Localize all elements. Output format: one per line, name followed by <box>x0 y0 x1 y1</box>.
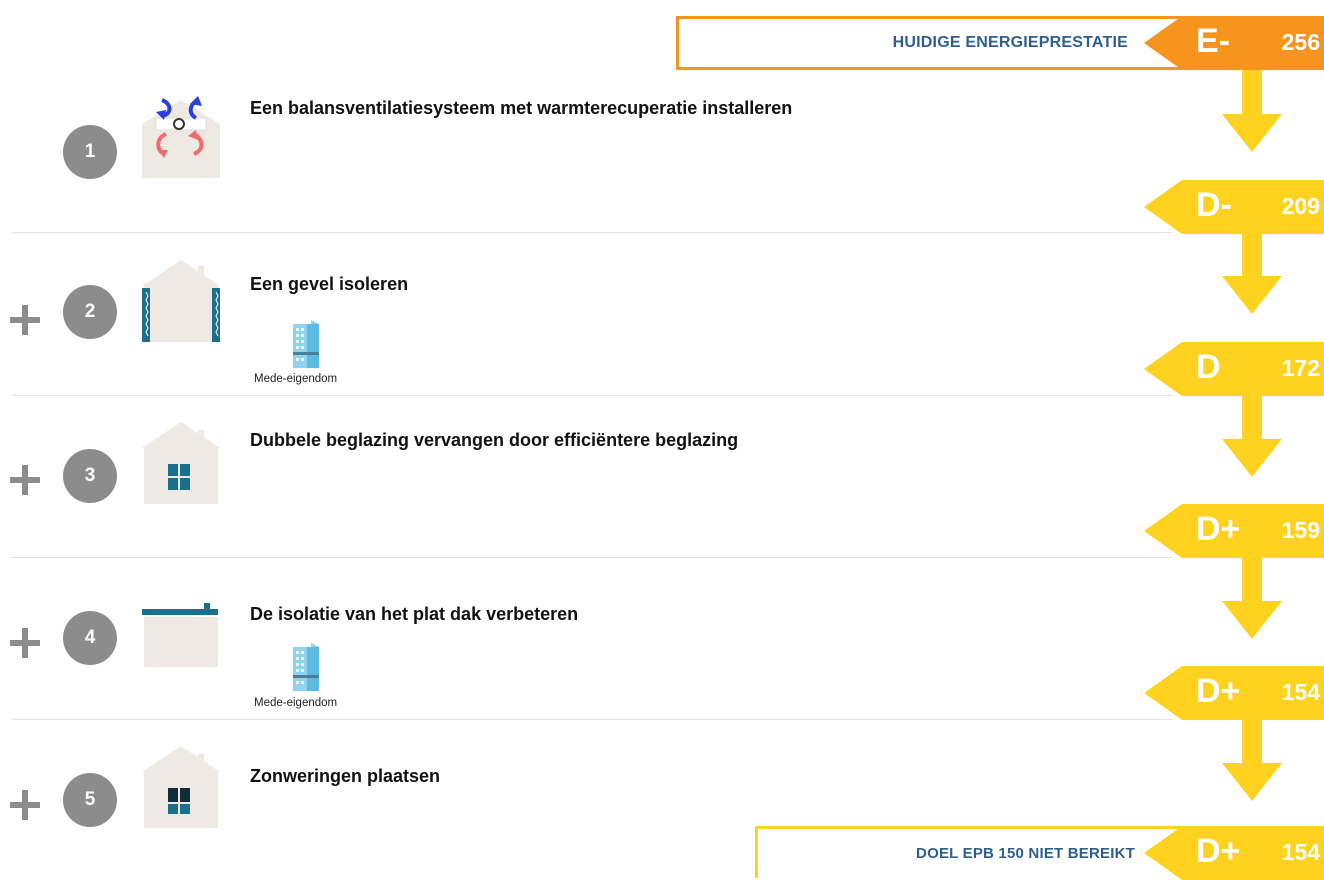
result-grade: D+ <box>1196 672 1241 710</box>
plus-icon <box>10 465 40 495</box>
result-grade: D- <box>1196 186 1232 224</box>
result-score: 172 <box>1281 355 1320 381</box>
current-performance-text: HUIDIGE ENERGIEPRESTATIE <box>892 34 1128 51</box>
facade-insulation-icon <box>142 260 220 342</box>
row-divider <box>12 395 1172 396</box>
row-divider <box>12 557 1172 558</box>
result-grade: D+ <box>1196 510 1241 548</box>
sun-shading-icon <box>142 746 220 828</box>
step-title: Dubbele beglazing vervangen door efficië… <box>250 430 739 450</box>
arrow-down-icon <box>1222 557 1282 639</box>
step-number: 2 <box>63 285 117 339</box>
plus-icon <box>10 790 40 820</box>
target-score: 154 <box>1281 839 1320 865</box>
step-title: Een balansventilatiesysteem met warmtere… <box>250 98 793 118</box>
step-title: De isolatie van het plat dak verbeteren <box>250 604 579 624</box>
step-number: 1 <box>63 125 117 179</box>
result-grade: D <box>1196 348 1221 386</box>
co-ownership-label: Mede-eigendom <box>254 373 338 385</box>
result-grade-tag-4: D+ 154 <box>1144 666 1324 720</box>
flat-roof-icon <box>142 603 218 667</box>
current-grade: E- <box>1196 22 1230 60</box>
current-score: 256 <box>1281 29 1320 55</box>
result-grade-tag-3: D+ 159 <box>1144 504 1324 558</box>
target-performance-text: DOEL EPB 150 NIET BEREIKT <box>916 845 1135 862</box>
co-ownership-label: Mede-eigendom <box>254 697 338 709</box>
plus-icon <box>10 628 40 658</box>
result-score: 159 <box>1281 517 1320 543</box>
target-grade-tag: D+ 154 <box>1144 826 1324 880</box>
building-icon <box>293 643 319 691</box>
current-performance-label: HUIDIGE ENERGIEPRESTATIE <box>676 16 1198 70</box>
result-score: 154 <box>1281 679 1320 705</box>
step-number: 3 <box>63 449 117 503</box>
arrow-down-icon <box>1222 719 1282 801</box>
result-grade-tag-1: D- 209 <box>1144 180 1324 234</box>
step-number: 5 <box>63 773 117 827</box>
target-performance-label: DOEL EPB 150 NIET BEREIKT <box>755 826 1195 878</box>
step-title: Een gevel isoleren <box>250 274 409 294</box>
ventilation-icon <box>142 96 220 178</box>
row-divider <box>12 232 1172 233</box>
arrow-down-icon <box>1222 232 1282 314</box>
result-grade-tag-2: D 172 <box>1144 342 1324 396</box>
result-score: 209 <box>1281 193 1320 219</box>
arrow-down-icon <box>1222 70 1282 152</box>
plus-icon <box>10 305 40 335</box>
building-icon <box>293 320 319 368</box>
arrow-down-icon <box>1222 395 1282 477</box>
step-number: 4 <box>63 611 117 665</box>
step-title: Zonweringen plaatsen <box>250 766 441 786</box>
row-divider <box>12 719 1172 720</box>
window-glazing-icon <box>142 422 220 504</box>
current-grade-tag: E- 256 <box>1144 16 1324 70</box>
target-grade: D+ <box>1196 832 1241 870</box>
